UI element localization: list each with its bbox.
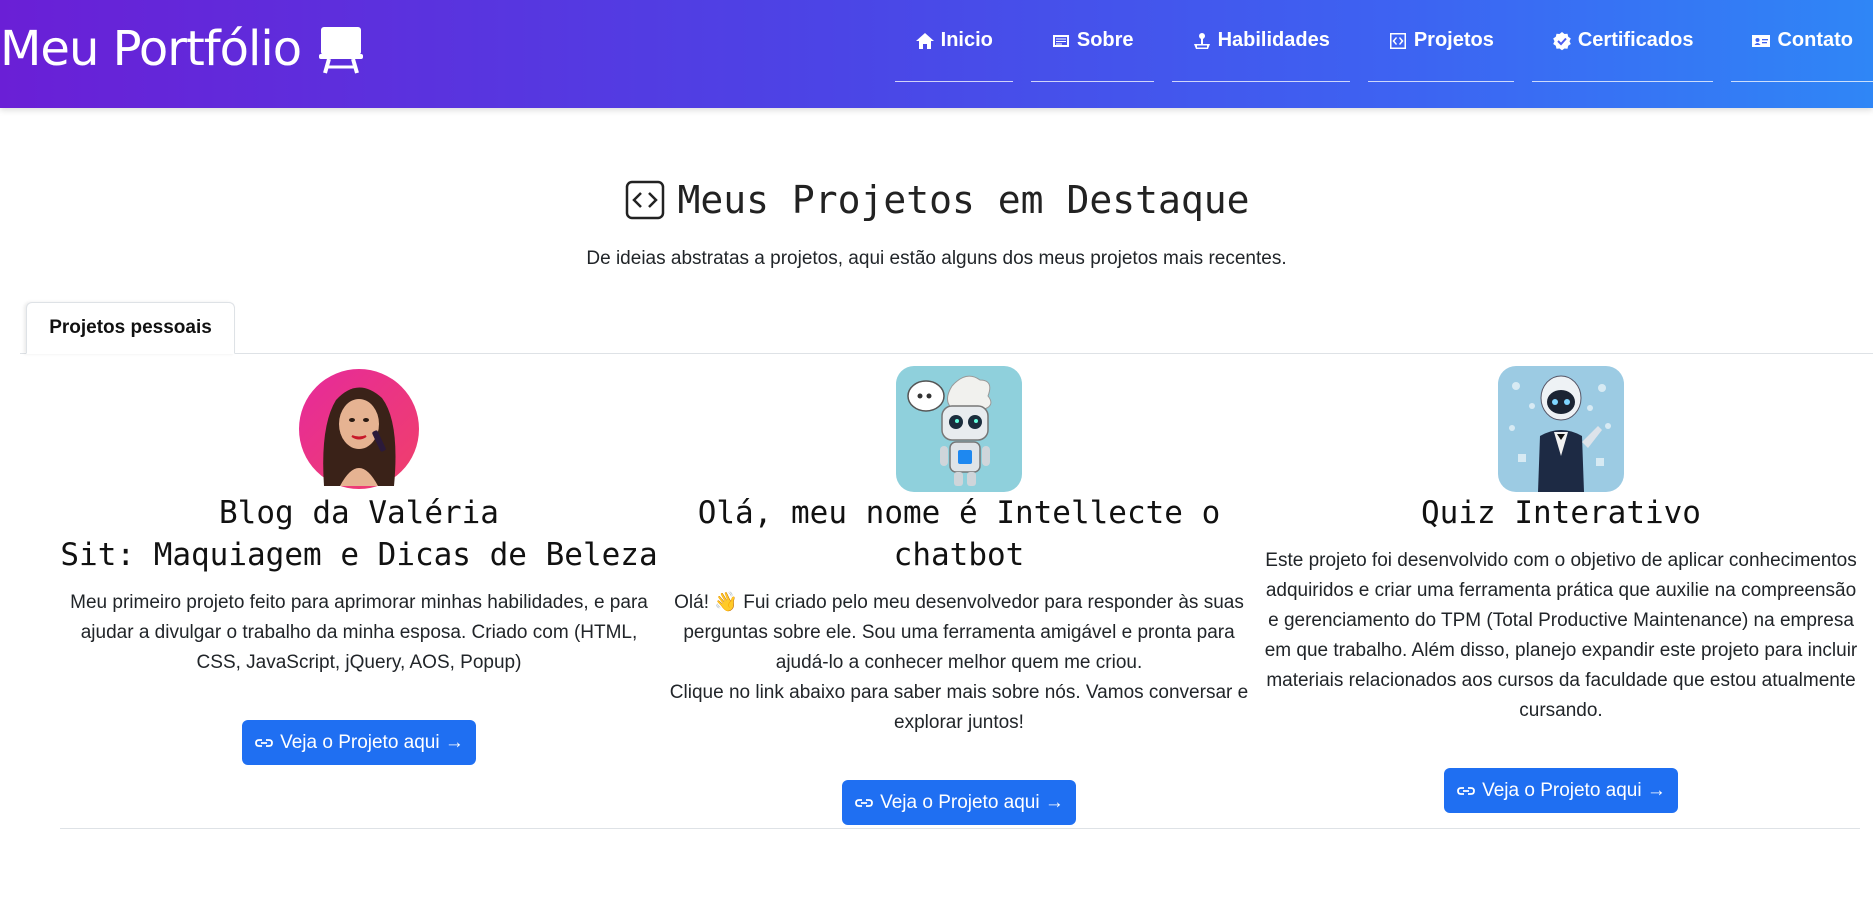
- link-icon: [255, 738, 273, 747]
- project-card: Olá, meu nome é Intellecte o chatbot Olá…: [660, 366, 1258, 825]
- project-title: Blog da Valéria Sit: Maquiagem e Dicas d…: [60, 495, 658, 573]
- view-project-button[interactable]: Veja o Projeto aqui →: [242, 720, 476, 765]
- project-description: Olá! 👋 Fui criado pelo meu desenvolvedor…: [669, 592, 1249, 733]
- project-card: Blog da Valéria Sit: Maquiagem e Dicas d…: [60, 366, 658, 765]
- project-title: Olá, meu nome é Intellecte o chatbot: [697, 495, 1221, 573]
- nav-label: Sobre: [1076, 29, 1134, 51]
- button-label: Veja o Projeto aqui →: [1482, 779, 1666, 801]
- section-divider: [60, 828, 1860, 829]
- code-square-icon: [625, 180, 664, 220]
- project-description: Meu primeiro projeto feito para aprimora…: [70, 592, 648, 673]
- easel-icon: [319, 27, 364, 74]
- top-navbar: Meu Portfólio Inicio Sobre Habilidades P…: [0, 0, 1873, 108]
- project-title: Quiz Interativo: [1421, 495, 1701, 531]
- main-nav: Inicio Sobre Habilidades Projetos Certif…: [894, 0, 1873, 84]
- nav-label: Certificados: [1577, 29, 1694, 51]
- card-text-icon: [1052, 34, 1069, 47]
- brand-title: Meu Portfólio: [0, 21, 302, 77]
- nav-label: Habilidades: [1217, 29, 1330, 51]
- view-project-button[interactable]: Veja o Projeto aqui →: [842, 780, 1076, 825]
- contact-card-icon: [1752, 34, 1771, 47]
- nav-item-projetos[interactable]: Projetos: [1367, 0, 1514, 82]
- link-icon: [1457, 786, 1475, 795]
- section-title: Meus Projetos em Destaque: [677, 178, 1250, 222]
- tab-projetos-pessoais[interactable]: Projetos pessoais: [26, 302, 235, 354]
- view-project-button[interactable]: Veja o Projeto aqui →: [1444, 768, 1678, 813]
- button-label: Veja o Projeto aqui →: [880, 791, 1064, 813]
- brand-logo[interactable]: Meu Portfólio: [0, 18, 367, 80]
- project-description: Este projeto foi desenvolvido com o obje…: [1264, 550, 1858, 721]
- project-image-chatbot-robot: [896, 366, 1022, 492]
- section-heading: Meus Projetos em Destaque: [0, 178, 1873, 222]
- house-icon: [915, 32, 934, 49]
- nav-item-contato[interactable]: Contato: [1731, 0, 1873, 82]
- joystick-icon: [1193, 32, 1210, 49]
- nav-label: Inicio: [940, 29, 993, 51]
- project-image-quiz-robot: [1498, 366, 1624, 492]
- section-subtitle: De ideias abstratas a projetos, aqui est…: [586, 248, 1287, 269]
- patch-check-icon: [1553, 31, 1571, 50]
- nav-label: Contato: [1777, 29, 1853, 51]
- project-image-makeup-artist: [299, 369, 419, 489]
- link-icon: [855, 798, 873, 807]
- button-label: Veja o Projeto aqui →: [280, 731, 464, 753]
- nav-label: Projetos: [1413, 29, 1494, 51]
- nav-item-inicio[interactable]: Inicio: [894, 0, 1013, 82]
- nav-item-certificados[interactable]: Certificados: [1531, 0, 1714, 82]
- nav-item-sobre[interactable]: Sobre: [1030, 0, 1154, 82]
- tabs-divider: [20, 353, 1873, 354]
- project-card: Quiz Interativo Este projeto foi desenvo…: [1262, 366, 1860, 813]
- nav-item-habilidades[interactable]: Habilidades: [1171, 0, 1350, 82]
- code-square-icon: [1389, 32, 1406, 49]
